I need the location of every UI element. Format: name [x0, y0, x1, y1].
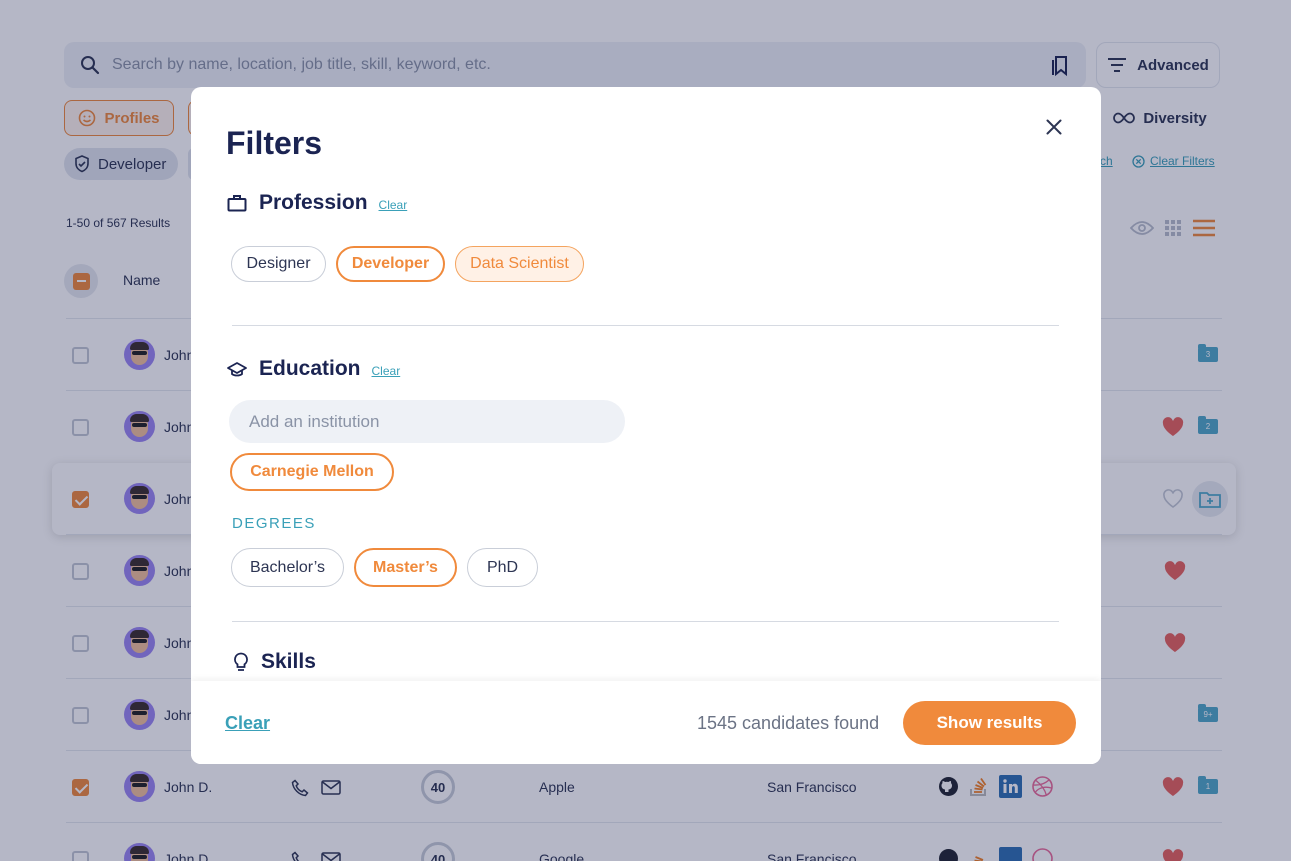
profession-option-developer[interactable]: Developer [336, 246, 445, 282]
graduation-cap-icon [227, 362, 247, 377]
skills-section-header: Skills [233, 650, 316, 674]
profession-section-header: Profession Clear [227, 191, 407, 215]
education-title: Education [259, 357, 361, 380]
candidates-found-count: 1545 candidates found [697, 713, 880, 733]
section-divider [232, 621, 1059, 622]
education-clear-link[interactable]: Clear [372, 364, 401, 378]
briefcase-icon [227, 195, 247, 212]
modal-footer: Clear 1545 candidates found Show results [191, 681, 1101, 764]
close-icon [1046, 119, 1062, 135]
close-button[interactable] [1043, 116, 1065, 138]
institution-input[interactable] [229, 400, 625, 443]
degree-option-bachelors[interactable]: Bachelor’s [231, 548, 344, 587]
degree-option-masters[interactable]: Master’s [354, 548, 457, 587]
skills-title: Skills [261, 650, 316, 673]
section-divider [232, 325, 1059, 326]
show-results-button[interactable]: Show results [903, 701, 1076, 745]
profession-title: Profession [259, 191, 368, 214]
modal-title: Filters [226, 125, 323, 161]
degrees-label: DEGREES [232, 515, 316, 532]
profession-clear-link[interactable]: Clear [379, 198, 408, 212]
profession-option-data-scientist[interactable]: Data Scientist [455, 246, 584, 282]
degree-option-phd[interactable]: PhD [467, 548, 538, 587]
profession-option-designer[interactable]: Designer [231, 246, 326, 282]
filters-modal: Filters Profession Clear Designer Develo… [191, 87, 1101, 764]
clear-all-button[interactable]: Clear [225, 713, 270, 734]
education-section-header: Education Clear [227, 357, 400, 381]
selected-institution-chip[interactable]: Carnegie Mellon [230, 453, 394, 491]
lightbulb-icon [234, 652, 248, 671]
